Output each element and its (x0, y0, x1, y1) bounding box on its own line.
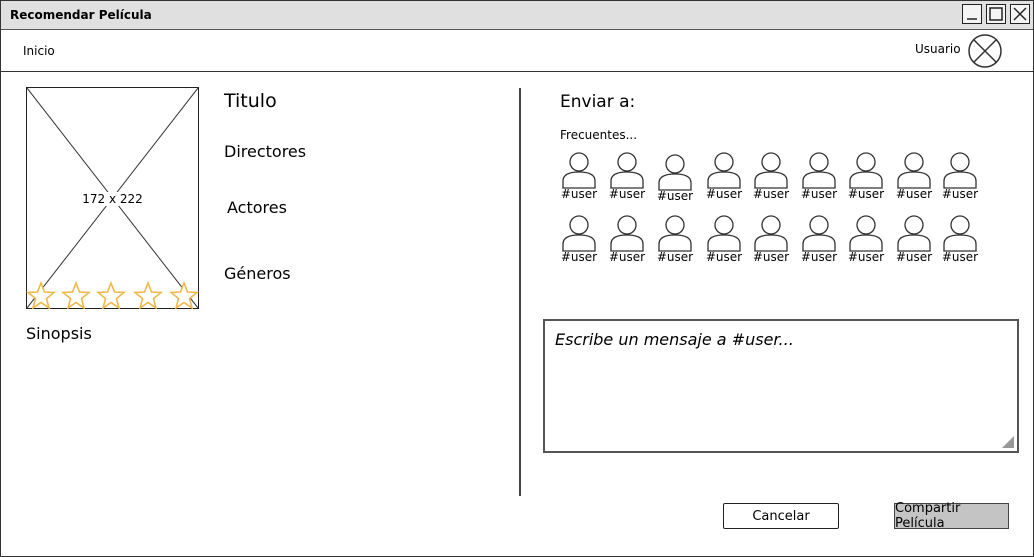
user-icon (610, 215, 644, 252)
minimize-button[interactable] (962, 4, 982, 24)
nav-bar: Inicio Usuario (1, 31, 1033, 72)
window-title: Recomendar Película (10, 8, 152, 22)
user-label: #user (656, 189, 694, 203)
frequent-user[interactable]: #user (751, 151, 791, 201)
maximize-icon (989, 7, 1003, 21)
user-label: #user (895, 250, 933, 264)
resize-grip-icon[interactable] (1002, 436, 1014, 448)
poster-size-label: 172 x 222 (80, 192, 145, 206)
star-icon[interactable] (62, 282, 90, 309)
user-label: #user (847, 187, 885, 201)
frequent-user[interactable]: #user (607, 214, 647, 264)
frequent-user[interactable]: #user (655, 214, 695, 264)
user-label: #user (847, 250, 885, 264)
user-icon (754, 215, 788, 252)
movie-actors: Actores (227, 198, 287, 217)
user-label: #user (705, 187, 743, 201)
user-label: #user (560, 250, 598, 264)
frequent-user[interactable]: #user (894, 151, 934, 201)
user-icon (897, 215, 931, 252)
star-icon[interactable] (27, 282, 55, 309)
frequent-user[interactable]: #user (559, 214, 599, 264)
nav-home-link[interactable]: Inicio (23, 44, 55, 58)
user-label: #user (752, 250, 790, 264)
frequent-user[interactable]: #user (704, 151, 744, 201)
user-label: #user (941, 187, 979, 201)
movie-title: Titulo (224, 90, 277, 112)
user-icon (707, 152, 741, 189)
user-icon (754, 152, 788, 189)
title-bar: Recomendar Película (1, 1, 1033, 30)
frequent-user[interactable]: #user (799, 214, 839, 264)
frequent-label: Frecuentes... (560, 128, 638, 142)
user-icon (897, 152, 931, 189)
close-button[interactable] (1010, 4, 1030, 24)
movie-genres: Géneros (224, 264, 291, 283)
user-icon (943, 152, 977, 189)
user-icon (849, 215, 883, 252)
app-window: Recomendar Película Inicio Usuario 172 x… (0, 0, 1034, 557)
user-icon (562, 152, 596, 189)
frequent-user[interactable]: #user (751, 214, 791, 264)
send-to-heading: Enviar a: (560, 92, 636, 112)
frequent-user[interactable]: #user (940, 151, 980, 201)
movie-poster: 172 x 222 (26, 87, 199, 309)
star-icon[interactable] (170, 282, 198, 309)
message-input[interactable] (555, 330, 995, 349)
frequent-user[interactable]: #user (655, 153, 695, 203)
frequent-user[interactable]: #user (559, 151, 599, 201)
user-label: #user (800, 187, 838, 201)
frequent-user[interactable]: #user (799, 151, 839, 201)
movie-synopsis: Sinopsis (26, 324, 92, 343)
user-label: #user (656, 250, 694, 264)
star-icon[interactable] (97, 282, 125, 309)
share-movie-button[interactable]: Compartir Película (894, 501, 1009, 531)
close-icon (1013, 7, 1027, 21)
nav-user-link[interactable]: Usuario (915, 42, 961, 56)
minimize-icon (967, 18, 977, 20)
user-label: #user (895, 187, 933, 201)
rating-stars[interactable] (26, 281, 201, 309)
user-label: #user (941, 250, 979, 264)
user-icon (658, 154, 692, 191)
user-label: #user (560, 187, 598, 201)
user-label: #user (608, 250, 646, 264)
user-avatar-icon[interactable] (967, 33, 1003, 69)
frequent-user[interactable]: #user (940, 214, 980, 264)
frequent-user[interactable]: #user (894, 214, 934, 264)
maximize-button[interactable] (986, 4, 1006, 24)
cancel-button[interactable]: Cancelar (723, 503, 839, 529)
user-icon (658, 215, 692, 252)
star-icon[interactable] (134, 282, 162, 309)
frequent-user[interactable]: #user (846, 151, 886, 201)
user-label: #user (752, 187, 790, 201)
movie-directors: Directores (224, 142, 307, 161)
user-icon (562, 215, 596, 252)
user-label: #user (705, 250, 743, 264)
frequent-user[interactable]: #user (607, 151, 647, 201)
frequent-user[interactable]: #user (704, 214, 744, 264)
user-icon (802, 152, 836, 189)
user-label: #user (608, 187, 646, 201)
user-icon (802, 215, 836, 252)
user-icon (943, 215, 977, 252)
user-icon (707, 215, 741, 252)
user-label: #user (800, 250, 838, 264)
frequent-user[interactable]: #user (846, 214, 886, 264)
user-icon (849, 152, 883, 189)
user-icon (610, 152, 644, 189)
vertical-divider (519, 88, 521, 496)
message-box[interactable] (543, 319, 1019, 453)
